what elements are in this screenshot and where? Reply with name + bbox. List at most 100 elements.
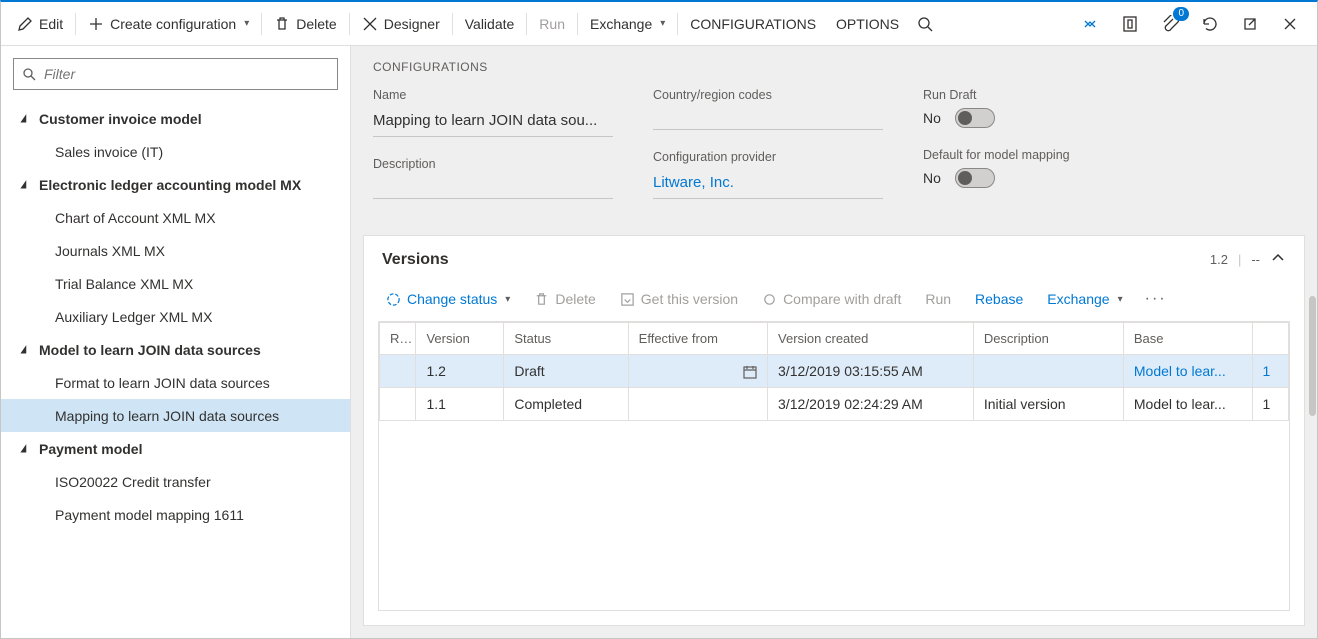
- version-exchange-button[interactable]: Exchange ▾: [1039, 287, 1130, 311]
- validate-button[interactable]: Validate: [455, 2, 525, 46]
- tree-node[interactable]: ◢Payment model: [1, 432, 350, 465]
- table-cell[interactable]: [628, 388, 767, 421]
- tree-node-label: Electronic ledger accounting model MX: [39, 177, 301, 193]
- tree-node-label: Customer invoice model: [39, 111, 202, 127]
- tree-node[interactable]: ISO20022 Credit transfer: [1, 465, 350, 498]
- delete-button[interactable]: Delete: [264, 2, 346, 46]
- connector-icon-button[interactable]: [1075, 9, 1105, 39]
- exchange-button[interactable]: Exchange ▾: [580, 2, 675, 46]
- col-base[interactable]: Base: [1123, 323, 1252, 355]
- table-cell[interactable]: [628, 355, 767, 388]
- options-label: OPTIONS: [836, 16, 899, 32]
- tree-node[interactable]: Sales invoice (IT): [1, 135, 350, 168]
- tree-node[interactable]: ◢Customer invoice model: [1, 102, 350, 135]
- search-icon: [917, 16, 933, 32]
- table-cell[interactable]: Initial version: [973, 388, 1123, 421]
- main-pane: CONFIGURATIONS Name Mapping to learn JOI…: [351, 46, 1317, 638]
- provider-value[interactable]: Litware, Inc.: [653, 170, 883, 199]
- tree-node[interactable]: Auxiliary Ledger XML MX: [1, 300, 350, 333]
- options-tab[interactable]: OPTIONS: [826, 2, 909, 46]
- table-cell[interactable]: 1.2: [416, 355, 504, 388]
- change-status-button[interactable]: Change status ▾: [378, 287, 518, 311]
- country-label: Country/region codes: [653, 88, 883, 102]
- popout-button[interactable]: [1235, 9, 1265, 39]
- col-effective[interactable]: Effective from: [628, 323, 767, 355]
- office-icon-button[interactable]: [1115, 9, 1145, 39]
- collapse-icon[interactable]: [1270, 250, 1286, 269]
- refresh-button[interactable]: [1195, 9, 1225, 39]
- table-cell[interactable]: 3/12/2019 02:24:29 AM: [768, 388, 974, 421]
- filter-input[interactable]: [42, 65, 329, 83]
- tree-node-label: Auxiliary Ledger XML MX: [55, 309, 212, 325]
- configurations-tab[interactable]: CONFIGURATIONS: [680, 2, 826, 46]
- country-value[interactable]: [653, 108, 883, 130]
- config-tree: ◢Customer invoice modelSales invoice (IT…: [1, 102, 350, 638]
- table-cell[interactable]: 3/12/2019 03:15:55 AM: [768, 355, 974, 388]
- chevron-down-icon: ▾: [244, 18, 249, 29]
- tree-node-label: Format to learn JOIN data sources: [55, 375, 270, 391]
- attachments-badge: 0: [1173, 7, 1189, 21]
- table-row[interactable]: 1.1Completed 3/12/2019 02:24:29 AMInitial…: [380, 388, 1289, 421]
- section-label: CONFIGURATIONS: [373, 60, 1295, 74]
- versions-current: 1.2: [1210, 252, 1228, 267]
- default-mapping-label: Default for model mapping: [923, 148, 1183, 162]
- close-button[interactable]: [1275, 9, 1305, 39]
- table-cell[interactable]: Draft: [504, 355, 628, 388]
- filter-input-wrap[interactable]: [13, 58, 338, 90]
- col-r[interactable]: R...: [380, 323, 416, 355]
- configurations-label: CONFIGURATIONS: [690, 16, 816, 32]
- name-value[interactable]: Mapping to learn JOIN data sou...: [373, 108, 613, 137]
- table-cell[interactable]: [380, 388, 416, 421]
- attachments-button[interactable]: 0: [1155, 9, 1185, 39]
- tree-node[interactable]: Journals XML MX: [1, 234, 350, 267]
- col-status[interactable]: Status: [504, 323, 628, 355]
- table-cell[interactable]: 1: [1252, 388, 1289, 421]
- tree-node[interactable]: Mapping to learn JOIN data sources: [1, 399, 350, 432]
- col-description[interactable]: Description: [973, 323, 1123, 355]
- tree-node-label: Payment model mapping 1611: [55, 507, 244, 523]
- versions-title: Versions: [382, 251, 449, 269]
- edit-button[interactable]: Edit: [7, 2, 73, 46]
- calendar-icon[interactable]: [743, 365, 757, 379]
- table-row[interactable]: 1.2Draft 3/12/2019 03:15:55 AM Model to le…: [380, 355, 1289, 388]
- table-cell[interactable]: 1.1: [416, 388, 504, 421]
- default-mapping-toggle[interactable]: [955, 168, 995, 188]
- versions-toolbar: Change status ▾ Delete Get this version …: [364, 283, 1304, 321]
- designer-icon: [362, 16, 378, 32]
- col-base-n[interactable]: [1252, 323, 1289, 355]
- tree-node[interactable]: Format to learn JOIN data sources: [1, 366, 350, 399]
- tree-node[interactable]: ◢Model to learn JOIN data sources: [1, 333, 350, 366]
- table-header-row: R... Version Status Effective from Versi…: [380, 323, 1289, 355]
- run-draft-toggle[interactable]: [955, 108, 995, 128]
- designer-button[interactable]: Designer: [352, 2, 450, 46]
- description-value[interactable]: [373, 177, 613, 199]
- table-cell[interactable]: 1: [1252, 355, 1289, 388]
- col-version[interactable]: Version: [416, 323, 504, 355]
- chevron-down-icon: ▾: [505, 294, 510, 305]
- config-section: CONFIGURATIONS Name Mapping to learn JOI…: [351, 46, 1317, 227]
- tree-node[interactable]: Trial Balance XML MX: [1, 267, 350, 300]
- provider-label: Configuration provider: [653, 150, 883, 164]
- more-button[interactable]: ···: [1139, 290, 1173, 308]
- exchange-label: Exchange: [590, 16, 652, 32]
- table-cell[interactable]: Model to lear...: [1123, 388, 1252, 421]
- table-cell[interactable]: Model to lear...: [1123, 355, 1252, 388]
- main-toolbar: Edit Create configuration ▾ Delete Desig…: [1, 2, 1317, 46]
- tree-node[interactable]: Payment model mapping 1611: [1, 498, 350, 531]
- create-configuration-button[interactable]: Create configuration ▾: [78, 2, 259, 46]
- rebase-button[interactable]: Rebase: [967, 287, 1031, 311]
- table-cell[interactable]: [380, 355, 416, 388]
- col-created[interactable]: Version created: [768, 323, 974, 355]
- search-button[interactable]: [909, 2, 941, 46]
- scrollbar[interactable]: [1307, 46, 1317, 638]
- description-label: Description: [373, 157, 613, 171]
- tree-node[interactable]: Chart of Account XML MX: [1, 201, 350, 234]
- scrollbar-thumb[interactable]: [1309, 296, 1316, 416]
- table-cell[interactable]: Completed: [504, 388, 628, 421]
- tree-node-label: ISO20022 Credit transfer: [55, 474, 211, 490]
- chevron-down-icon: ▾: [1118, 294, 1123, 305]
- table-cell[interactable]: [973, 355, 1123, 388]
- get-version-button: Get this version: [612, 287, 746, 311]
- run-draft-label: Run Draft: [923, 88, 1183, 102]
- tree-node[interactable]: ◢Electronic ledger accounting model MX: [1, 168, 350, 201]
